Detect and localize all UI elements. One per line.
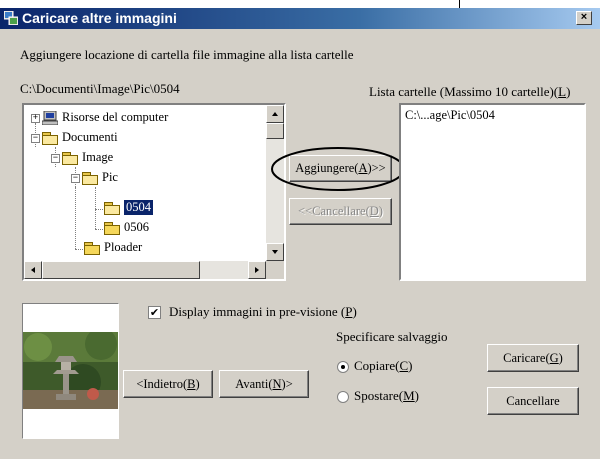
tree-item-0504[interactable]: 0504 [104,200,153,215]
scroll-right-button[interactable] [248,261,266,279]
tree-line [95,229,103,230]
folder-list-item[interactable]: C:\...age\Pic\0504 [405,108,495,123]
preview-checkbox[interactable]: ✔ [148,306,161,319]
scroll-left-button[interactable] [24,261,42,279]
arrow-right-icon [255,267,259,273]
tree-item-documenti[interactable]: Documenti [42,130,118,145]
instruction-text: Aggiungere locazione di cartella file im… [20,47,354,62]
folder-list-header: Lista cartelle (Massimo 10 cartelle)(L) [369,84,571,99]
scrollbar-corner [266,261,284,279]
tree-item-0506[interactable]: 0506 [104,220,149,235]
move-radio-label[interactable]: Spostare(M) [354,388,419,404]
close-button[interactable]: × [576,11,592,25]
next-button[interactable]: Avanti(N)> [219,370,309,398]
back-button[interactable]: <Indietro(B) [123,370,213,398]
tree-expander-image[interactable]: − [51,154,60,163]
folder-icon [84,241,100,255]
tree-expander-pic[interactable]: − [71,174,80,183]
app-icon [4,11,18,25]
cancel-button[interactable]: Cancellare [487,387,579,415]
folder-tree[interactable]: + Risorse del computer − Documenti − Ima… [22,103,286,281]
scroll-down-button[interactable] [266,243,284,261]
preview-frame [22,303,119,439]
close-icon: × [580,11,588,23]
folder-open-icon [42,131,58,145]
arrow-left-icon [31,267,35,273]
move-radio[interactable] [337,391,349,403]
folder-icon [104,221,120,235]
add-button-highlight-ellipse [271,147,405,191]
copy-radio[interactable] [337,361,349,373]
tree-item-computer[interactable]: Risorse del computer [42,110,168,125]
folder-open-icon [104,201,120,215]
tree-line [95,187,96,229]
scroll-h-thumb[interactable] [42,261,200,279]
folder-list[interactable]: C:\...age\Pic\0504 [399,103,586,281]
tree-item-pic[interactable]: Pic [82,170,118,185]
save-mode-heading: Specificare salvaggio [336,329,448,344]
dialog-window: Caricare altre immagini × Aggiungere loc… [0,8,600,459]
scroll-thumb[interactable] [266,123,284,139]
arrow-up-icon [272,112,278,116]
window-title: Caricare altre immagini [22,10,177,26]
preview-image [23,332,118,409]
remove-button[interactable]: <<Cancellare(D) [289,198,392,225]
tree-item-ploader[interactable]: Ploader [84,240,142,255]
copy-radio-label[interactable]: Copiare(C) [354,358,413,374]
computer-icon [42,110,58,125]
tree-horizontal-scrollbar[interactable] [24,261,266,279]
arrow-down-icon [272,250,278,254]
tree-line [75,187,76,249]
tree-expander-computer[interactable]: + [31,114,40,123]
scroll-up-button[interactable] [266,105,284,123]
tree-line [95,209,103,210]
preview-checkbox-label[interactable]: Display immagini in pre-visione (P) [169,304,357,320]
folder-open-icon [82,171,98,185]
title-bar: Caricare altre immagini × [0,8,600,29]
tree-expander-documenti[interactable]: − [31,134,40,143]
current-path: C:\Documenti\Image\Pic\0504 [20,81,180,96]
tree-item-image[interactable]: Image [62,150,113,165]
load-button[interactable]: Caricare(G) [487,344,579,372]
folder-open-icon [62,151,78,165]
